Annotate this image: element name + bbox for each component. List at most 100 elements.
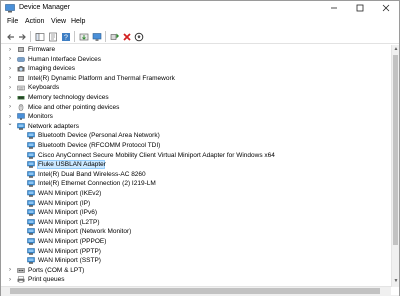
toolbar-separator — [30, 31, 31, 42]
update-driver-icon — [79, 33, 88, 40]
expand-arrow-icon[interactable]: › — [7, 56, 13, 63]
expand-arrow-icon[interactable]: › — [7, 65, 13, 72]
tree-device[interactable]: WAN Miniport (L2TP) — [1, 218, 391, 227]
network-icon — [27, 190, 35, 197]
chip-icon — [18, 75, 24, 81]
tree-item-label: Bluetooth Device (Personal Area Network) — [38, 132, 160, 140]
expand-arrow-icon[interactable]: › — [7, 104, 13, 111]
tree-device[interactable]: WAN Miniport (IP) — [1, 199, 391, 208]
tree-item-label: WAN Miniport (L2TP) — [38, 218, 100, 226]
enable-device-icon — [110, 33, 119, 40]
enable-device-button[interactable] — [109, 31, 120, 42]
tree-device[interactable]: WAN Miniport (IPv6) — [1, 208, 391, 217]
scroll-up-icon[interactable]: ▲ — [392, 45, 400, 53]
hid-icon — [17, 56, 25, 62]
tree-category[interactable]: › Human Interface Devices — [1, 55, 391, 64]
tree-item-label: WAN Miniport (SSTP) — [38, 257, 101, 265]
tree-category[interactable]: › Ports (COM & LPT) — [1, 266, 391, 275]
menu-file[interactable]: File — [7, 18, 18, 25]
uninstall-button[interactable] — [121, 31, 132, 42]
expand-arrow-icon[interactable]: › — [7, 84, 13, 91]
vertical-scrollbar[interactable]: ▲ ▼ — [391, 45, 399, 287]
monitor-icon — [17, 113, 25, 120]
tree-item-label: Intel(R) Dynamic Platform and Thermal Fr… — [28, 74, 175, 82]
close-icon — [382, 4, 390, 12]
toolbar-separator — [74, 31, 75, 42]
forward-icon — [18, 33, 26, 40]
scroll-thumb[interactable] — [393, 55, 398, 245]
minimize-button[interactable] — [321, 1, 347, 15]
collapse-arrow-icon[interactable]: ⌄ — [7, 121, 13, 128]
scan-hardware-button[interactable] — [133, 31, 144, 42]
tree-category[interactable]: › Mice and other pointing devices — [1, 103, 391, 112]
maximize-button[interactable] — [347, 1, 373, 15]
properties-button[interactable] — [47, 31, 58, 42]
expand-arrow-icon[interactable]: › — [7, 276, 13, 283]
tree-device[interactable]: Fluke USBLAN Adapter — [1, 160, 391, 170]
tree-device[interactable]: Intel(R) Ethernet Connection (2) I219-LM — [1, 179, 391, 188]
tree-item-label: Monitors — [28, 113, 53, 121]
tree-device[interactable]: Bluetooth Device (RFCOMM Protocol TDI) — [1, 141, 391, 150]
tree-device[interactable]: Cisco AnyConnect Secure Mobility Client … — [1, 151, 391, 160]
tree-item-label: Intel(R) Dual Band Wireless-AC 8260 — [38, 170, 146, 178]
tree-device[interactable]: WAN Miniport (Network Monitor) — [1, 227, 391, 236]
tree-category[interactable]: › Imaging devices — [1, 64, 391, 73]
forward-button[interactable] — [16, 31, 27, 42]
tree-device[interactable]: Intel(R) Dual Band Wireless-AC 8260 — [1, 170, 391, 179]
scroll-down-icon[interactable]: ▼ — [392, 277, 400, 285]
horizontal-scrollbar[interactable] — [1, 286, 391, 295]
close-button[interactable] — [373, 1, 399, 15]
menu-bar: File Action View Help — [1, 17, 399, 29]
menu-action[interactable]: Action — [25, 18, 44, 25]
help-button[interactable]: ? — [60, 31, 71, 42]
tree-item-label: WAN Miniport (IP) — [38, 199, 91, 207]
tree-device[interactable]: WAN Miniport (PPTP) — [1, 247, 391, 256]
tree-category[interactable]: › Intel(R) Dynamic Platform and Thermal F… — [1, 74, 391, 83]
network-icon — [27, 209, 35, 216]
network-icon — [27, 132, 35, 140]
console-tree-icon — [35, 32, 44, 41]
tree-category[interactable]: › Monitors — [1, 112, 391, 121]
scan-icon — [134, 32, 143, 41]
tree-category[interactable]: › Keyboards — [1, 83, 391, 92]
menu-view[interactable]: View — [51, 18, 66, 25]
tree-category[interactable]: ⌄ Network adapters — [1, 121, 391, 131]
tree-item-label: Firmware — [28, 46, 56, 53]
tree-item-label: WAN Miniport (Network Monitor) — [38, 228, 132, 236]
tree-category[interactable]: › Memory technology devices — [1, 93, 391, 102]
tree-device[interactable]: WAN Miniport (SSTP) — [1, 256, 391, 265]
device-manager-icon — [5, 4, 15, 13]
tree-category[interactable]: › Firmware — [1, 45, 391, 54]
tree-item-label: Imaging devices — [28, 65, 75, 73]
expand-arrow-icon[interactable]: › — [7, 267, 13, 274]
device-tree: › Firmware › Human Interface Devices › Imagin… — [1, 45, 399, 285]
expand-arrow-icon[interactable]: › — [7, 113, 13, 120]
tree-item-label: Intel(R) Ethernet Connection (2) I219-LM — [38, 180, 156, 188]
window-title: Device Manager — [19, 4, 70, 11]
expand-arrow-icon[interactable]: › — [7, 94, 13, 101]
tree-item-label: Human Interface Devices — [28, 55, 101, 63]
tree-item-label: Mice and other pointing devices — [28, 103, 120, 111]
toolbar-separator — [105, 31, 106, 42]
svg-text:?: ? — [64, 34, 68, 41]
expand-arrow-icon[interactable]: › — [7, 46, 13, 53]
update-driver-button[interactable] — [78, 31, 89, 42]
network-icon — [27, 257, 35, 264]
network-icon — [27, 228, 35, 236]
show-hide-tree-button[interactable] — [34, 31, 45, 42]
tree-device[interactable]: WAN Miniport (IKEv2) — [1, 189, 391, 198]
menu-help[interactable]: Help — [71, 18, 85, 25]
expand-arrow-icon[interactable]: › — [7, 75, 13, 82]
horizontal-scroll-thumb[interactable] — [10, 288, 380, 294]
network-icon — [27, 247, 35, 255]
network-icon — [27, 180, 35, 188]
tree-device[interactable]: Bluetooth Device (Personal Area Network) — [1, 131, 391, 140]
tree-device[interactable]: WAN Miniport (PPPOE) — [1, 237, 391, 246]
maximize-icon — [356, 4, 364, 12]
tree-category[interactable]: › Print queues — [1, 275, 391, 284]
back-button[interactable] — [5, 31, 16, 42]
tree-item-label: Network adapters — [28, 122, 79, 130]
port-icon — [17, 268, 25, 273]
monitor-button[interactable] — [91, 31, 102, 42]
tree-item-label: Memory technology devices — [28, 94, 109, 101]
